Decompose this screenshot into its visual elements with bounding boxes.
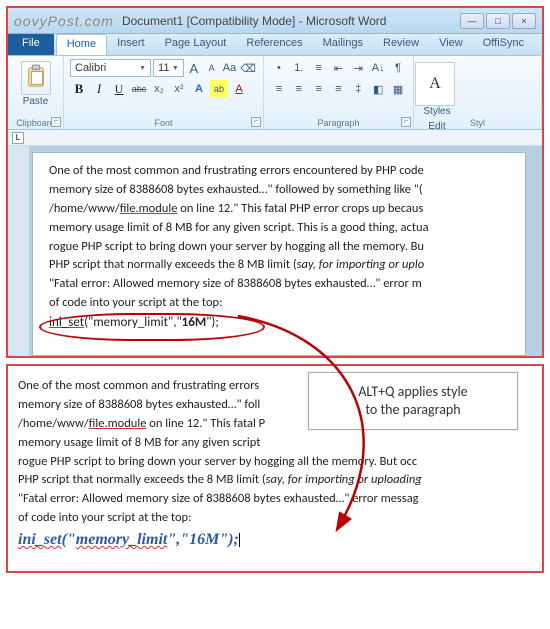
tab-view[interactable]: View <box>429 34 473 55</box>
show-marks-button[interactable]: ¶ <box>389 59 407 77</box>
numbering-button[interactable]: 1. <box>290 59 308 77</box>
styles-label: Styles <box>423 106 450 117</box>
align-center-button[interactable]: ≡ <box>290 80 308 98</box>
paste-label: Paste <box>23 96 49 107</box>
watermark-text: oovyPost.com <box>14 13 114 29</box>
italic-button[interactable]: I <box>90 80 108 98</box>
doc-line: rogue PHP script to bring down your serv… <box>49 239 515 256</box>
annotation-callout: ALT+Q applies style to the paragraph <box>308 372 518 430</box>
highlight-button[interactable]: ab <box>210 80 228 98</box>
tab-selector-icon[interactable]: L <box>12 132 24 144</box>
bold-button[interactable]: B <box>70 80 88 98</box>
ribbon: Paste Clipboard ⌐ Calibri▼ 11▼ A A Aa ⌫ … <box>8 56 542 130</box>
vertical-ruler[interactable] <box>8 146 30 356</box>
word-window-screenshot: oovyPost.com Document1 [Compatibility Mo… <box>6 6 544 358</box>
align-right-button[interactable]: ≡ <box>310 80 328 98</box>
font-color-button[interactable]: A <box>230 80 248 98</box>
font-group-label: Font <box>64 118 263 128</box>
close-button[interactable]: × <box>512 13 536 29</box>
line-spacing-button[interactable]: ‡ <box>349 80 367 98</box>
tab-file[interactable]: File <box>8 34 54 55</box>
callout-line: to the paragraph <box>321 401 505 419</box>
increase-indent-button[interactable]: ⇥ <box>349 59 367 77</box>
doc-line: memory usage limit of 8 MB for any given… <box>18 435 532 452</box>
maximize-button[interactable]: □ <box>486 13 510 29</box>
font-size-value: 11 <box>158 62 169 74</box>
doc-line: of code into your script at the top: <box>49 295 515 312</box>
tab-references[interactable]: References <box>236 34 312 55</box>
tab-page-layout[interactable]: Page Layout <box>155 34 237 55</box>
bullets-button[interactable]: • <box>270 59 288 77</box>
horizontal-ruler[interactable]: L <box>8 130 542 146</box>
tab-mailings[interactable]: Mailings <box>313 34 373 55</box>
clear-formatting-button[interactable]: ⌫ <box>239 59 257 77</box>
titlebar: oovyPost.com Document1 [Compatibility Mo… <box>8 8 542 34</box>
paste-button[interactable] <box>21 61 51 95</box>
change-case-button[interactable]: Aa <box>222 59 238 77</box>
window-controls: — □ × <box>460 13 536 29</box>
grow-font-button[interactable]: A <box>186 59 202 77</box>
group-font: Calibri▼ 11▼ A A Aa ⌫ B I U abc x₂ x² A … <box>64 56 264 129</box>
tab-home[interactable]: Home <box>56 34 107 55</box>
clipboard-dialog-launcher[interactable]: ⌐ <box>51 117 61 127</box>
shading-button[interactable]: ◧ <box>369 80 387 98</box>
multilevel-list-button[interactable]: ≡ <box>310 59 328 77</box>
styles-gallery-button[interactable]: A <box>420 62 454 106</box>
group-clipboard: Paste Clipboard ⌐ <box>8 56 64 129</box>
tab-review[interactable]: Review <box>373 34 429 55</box>
minimize-button[interactable]: — <box>460 13 484 29</box>
font-name-combo[interactable]: Calibri ▼ <box>70 59 151 77</box>
superscript-button[interactable]: x² <box>170 80 188 98</box>
doc-line: memory usage limit of 8 MB for any given… <box>49 220 515 237</box>
font-name-value: Calibri <box>75 62 106 74</box>
sort-button[interactable]: A↓ <box>369 59 387 77</box>
doc-line: of code into your script at the top: <box>18 510 532 527</box>
doc-line: PHP script that normally exceeds the 8 M… <box>49 257 515 274</box>
shrink-font-button[interactable]: A <box>204 59 220 77</box>
group-paragraph: • 1. ≡ ⇤ ⇥ A↓ ¶ ≡ ≡ ≡ ≡ ‡ ◧ ▦ Paragraph … <box>264 56 414 129</box>
text-effects-button[interactable]: A <box>190 80 208 98</box>
decrease-indent-button[interactable]: ⇤ <box>330 59 348 77</box>
underline-button[interactable]: U <box>110 80 128 98</box>
result-screenshot: One of the most common and frustrating e… <box>6 364 544 573</box>
doc-line: PHP script that normally exceeds the 8 M… <box>18 472 532 489</box>
annotation-circle <box>39 313 265 341</box>
group-styles: A Styles Edit Styl <box>414 56 542 129</box>
chevron-down-icon: ▼ <box>139 65 146 72</box>
text-cursor <box>239 533 240 547</box>
subscript-button[interactable]: x₂ <box>150 80 168 98</box>
doc-line: /home/www/file.module on line 12." This … <box>49 201 515 218</box>
styled-code-line: ini_set("memory_limit","16M"); <box>18 529 532 551</box>
chevron-down-icon: ▼ <box>172 65 179 72</box>
paragraph-dialog-launcher[interactable]: ⌐ <box>401 117 411 127</box>
paragraph-group-label: Paragraph <box>264 118 413 128</box>
document-page[interactable]: One of the most common and frustrating e… <box>32 152 526 356</box>
font-dialog-launcher[interactable]: ⌐ <box>251 117 261 127</box>
styles-group-label: Styl <box>414 118 541 128</box>
font-size-combo[interactable]: 11▼ <box>153 59 184 77</box>
justify-button[interactable]: ≡ <box>330 80 348 98</box>
doc-line: memory size of 8388608 bytes exhausted…"… <box>49 182 515 199</box>
doc-line: One of the most common and frustrating e… <box>49 163 515 180</box>
window-title: Document1 [Compatibility Mode] - Microso… <box>122 14 460 28</box>
document-area: One of the most common and frustrating e… <box>8 146 542 356</box>
clipboard-icon <box>25 64 47 93</box>
tab-insert[interactable]: Insert <box>107 34 155 55</box>
align-left-button[interactable]: ≡ <box>270 80 288 98</box>
ribbon-tabs: File Home Insert Page Layout References … <box>8 34 542 56</box>
doc-line: rogue PHP script to bring down your serv… <box>18 454 532 471</box>
doc-line: "Fatal error: Allowed memory size of 838… <box>18 491 532 508</box>
callout-line: ALT+Q applies style <box>321 383 505 401</box>
styles-button[interactable]: Styles <box>420 106 454 117</box>
borders-button[interactable]: ▦ <box>389 80 407 98</box>
tab-offisync[interactable]: OffiSync <box>473 34 534 55</box>
strikethrough-button[interactable]: abc <box>130 80 148 98</box>
doc-line: "Fatal error: Allowed memory size of 838… <box>49 276 515 293</box>
